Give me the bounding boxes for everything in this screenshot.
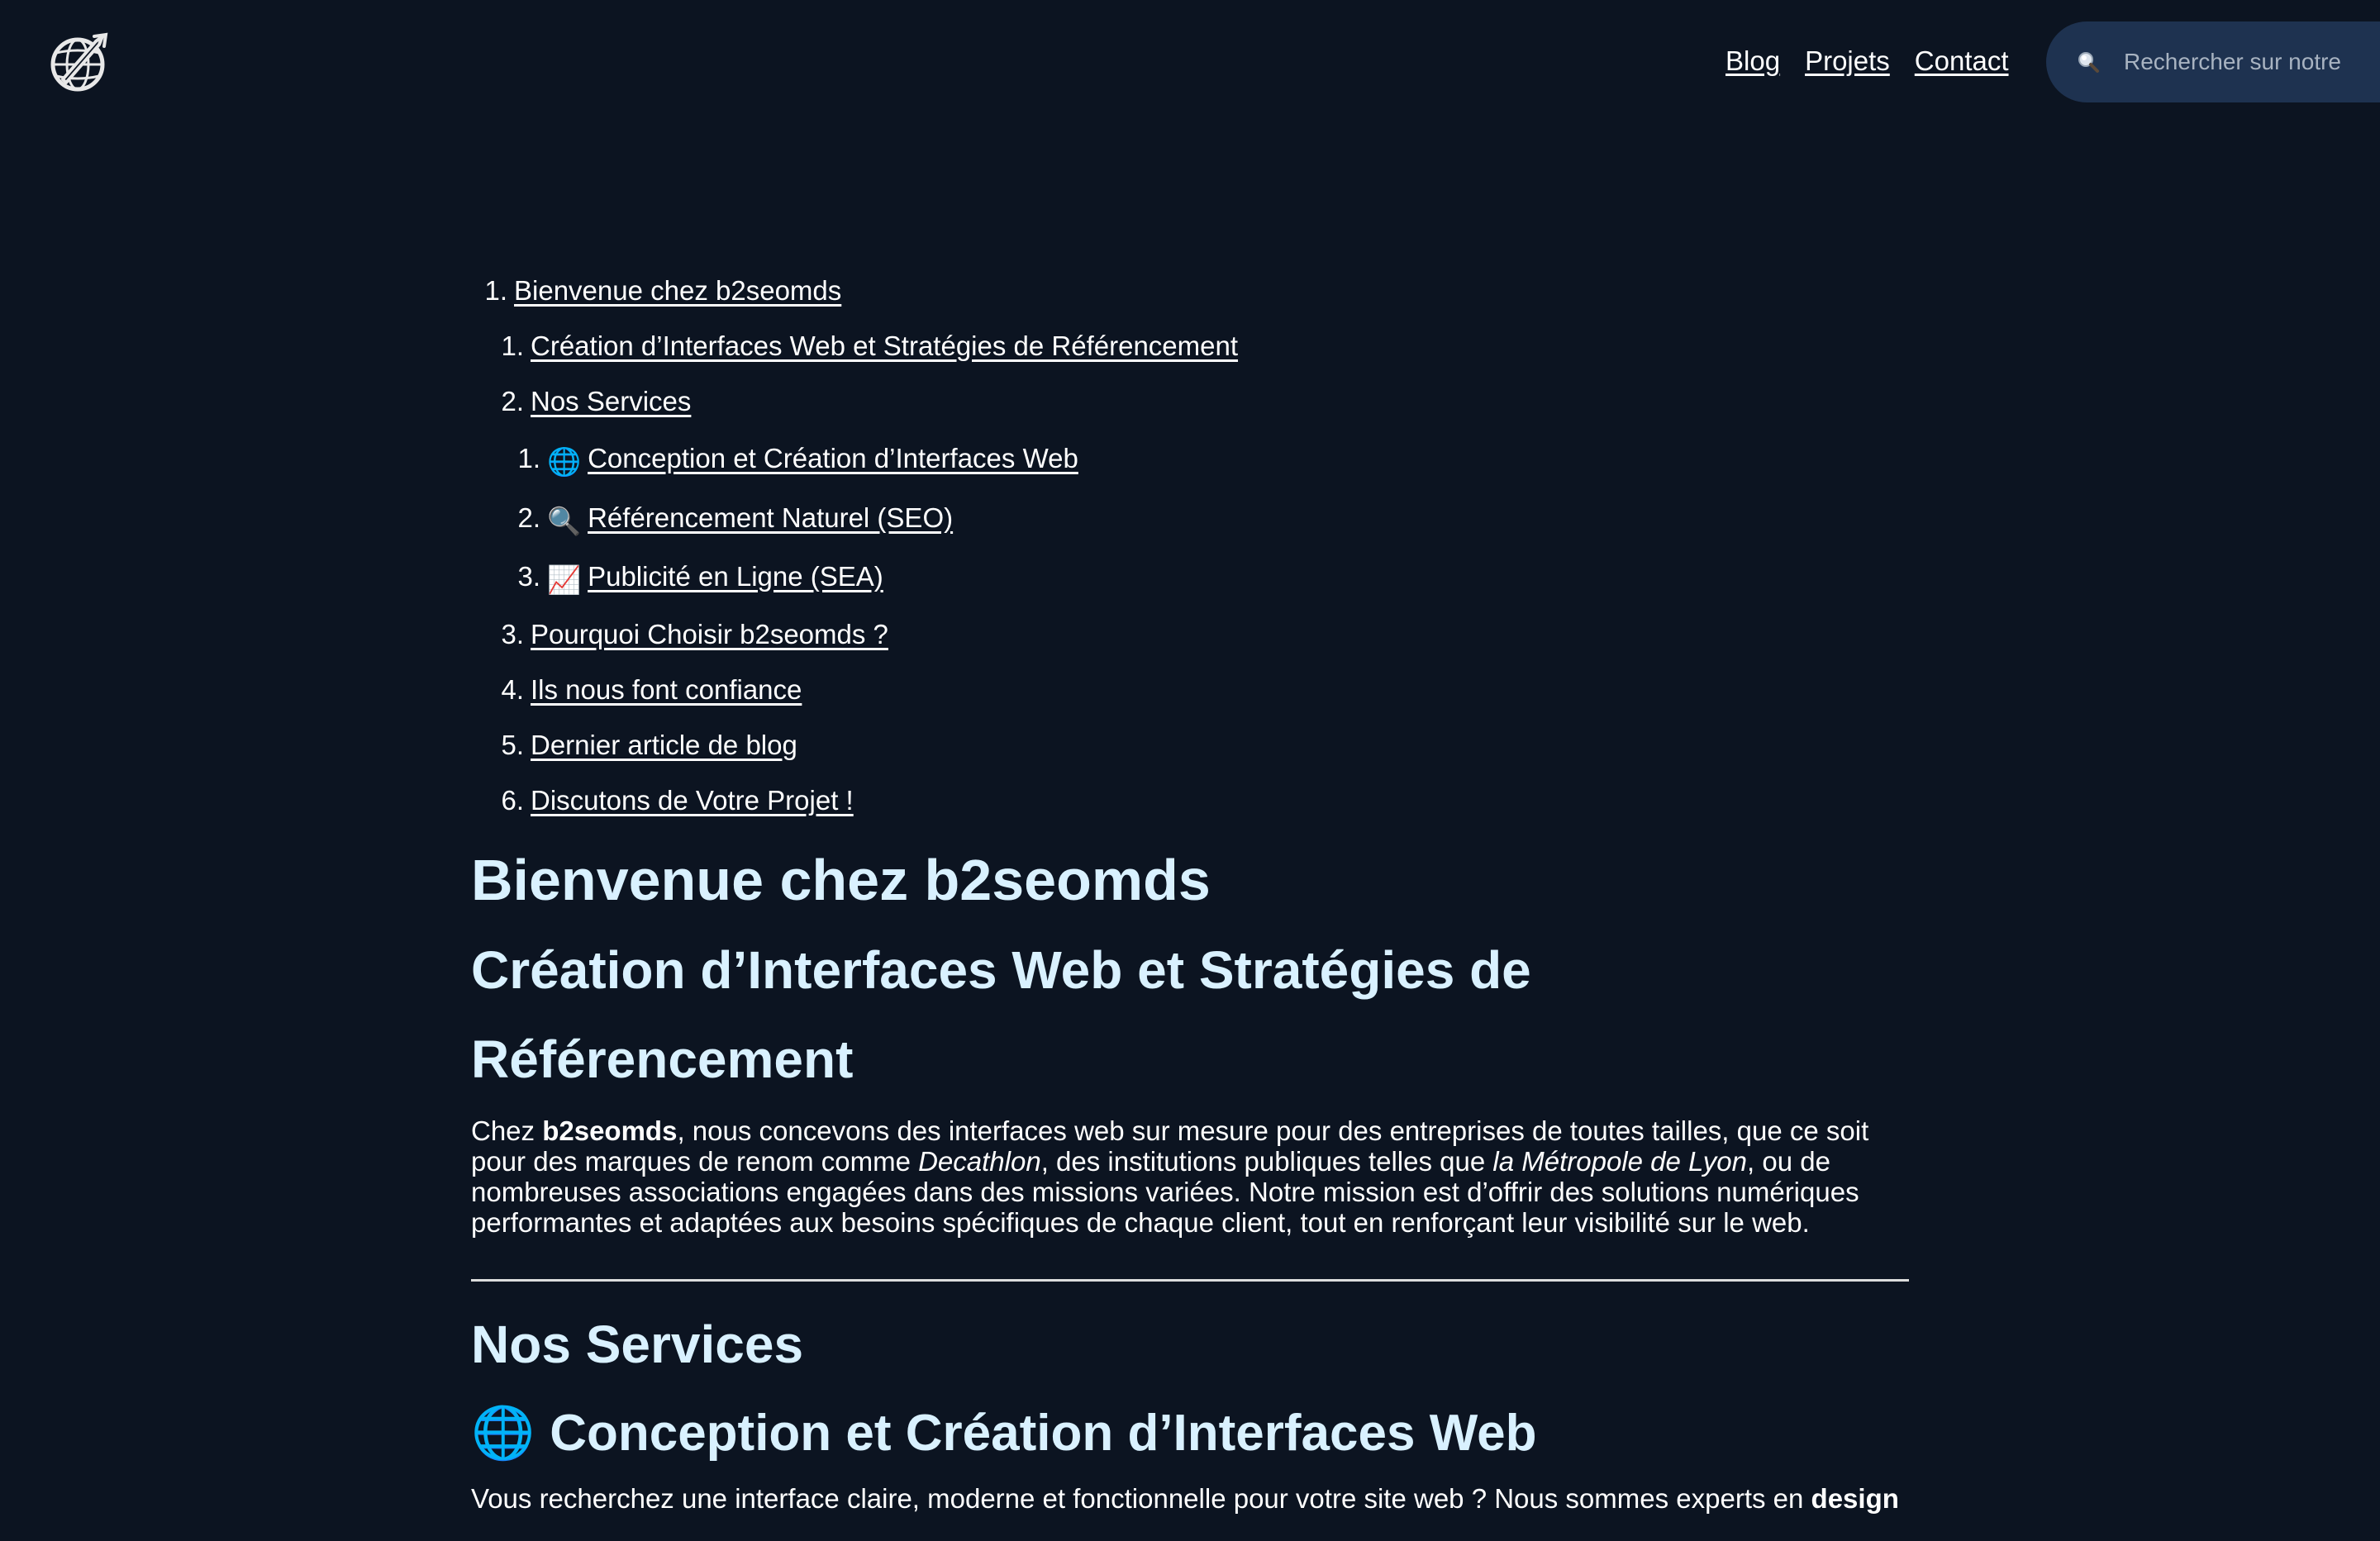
globe-icon: 🌐	[547, 446, 582, 477]
toc-link-blog[interactable]: Dernier article de blog	[531, 730, 797, 760]
toc-item: 2. 🔍 Référencement Naturel (SEO)	[504, 488, 1238, 548]
page-subtitle: Création d’Interfaces Web et Stratégies …	[471, 940, 1531, 1089]
services-heading: Nos Services	[471, 1315, 804, 1374]
toc-link-label: Publicité en Ligne (SEA)	[588, 561, 883, 592]
toc-number: 2.	[501, 386, 524, 416]
page-title: Bienvenue chez b2seomds	[471, 848, 1211, 912]
toc-item: 3. Pourquoi Choisir b2seomds ?	[488, 606, 1238, 662]
toc-item: 5. Dernier article de blog	[488, 717, 1238, 773]
toc-link-creation[interactable]: Création d’Interfaces Web et Stratégies …	[531, 331, 1238, 361]
toc-link-confiance[interactable]: Ils nous font confiance	[531, 674, 802, 705]
service-heading-label: Conception et Création d’Interfaces Web	[550, 1405, 1537, 1462]
service-text-bold: design	[1811, 1483, 1899, 1514]
service-heading-conception: 🌐 Conception et Création d’Interfaces Web	[471, 1389, 1909, 1478]
toc-number: 5.	[501, 729, 524, 760]
main-nav: Blog Projets Contact	[1726, 43, 2009, 79]
globe-rocket-logo-icon	[50, 32, 108, 92]
toc-number: 6.	[501, 784, 524, 816]
toc-link-projet[interactable]: Discutons de Votre Projet !	[531, 785, 854, 816]
client-decathlon: Decathlon	[918, 1146, 1041, 1177]
toc-link-sea[interactable]: 📈 Publicité en Ligne (SEA)	[547, 561, 883, 595]
toc-link-label: Conception et Création d’Interfaces Web	[588, 443, 1078, 473]
toc-link-pourquoi[interactable]: Pourquoi Choisir b2seomds ?	[531, 619, 888, 649]
toc-item: 3. 📈 Publicité en Ligne (SEA)	[504, 547, 1238, 606]
toc-item: 6. Discutons de Votre Projet !	[488, 773, 1238, 828]
intro-paragraph: Chez b2seomds, nous concevons des interf…	[471, 1115, 1909, 1238]
toc-link-conception[interactable]: 🌐 Conception et Création d’Interfaces Web	[547, 443, 1078, 477]
toc-number: 1.	[501, 331, 524, 361]
toc-number: 2.	[517, 502, 540, 533]
search-icon	[2074, 48, 2102, 76]
search-input[interactable]	[2124, 49, 2355, 75]
toc-link-services[interactable]: Nos Services	[531, 386, 691, 416]
table-of-contents: 1. Bienvenue chez b2seomds 1. Création d’I…	[471, 263, 1238, 828]
logo[interactable]	[48, 31, 111, 94]
brand-name: b2seomds	[542, 1115, 678, 1146]
main-content: Bienvenue chez b2seomds Création d’Inter…	[471, 835, 1909, 1541]
toc-link-bienvenue[interactable]: Bienvenue chez b2seomds	[514, 275, 841, 306]
chart-increasing-icon: 📈	[547, 564, 582, 595]
section-divider	[471, 1279, 1909, 1282]
magnifier-icon: 🔍	[547, 505, 582, 536]
toc-number: 3.	[501, 618, 524, 649]
nav-link-projets[interactable]: Projets	[1805, 43, 1890, 79]
client-metropole: la Métropole de Lyon	[1492, 1146, 1747, 1177]
toc-item: 2. Nos Services	[488, 373, 1238, 429]
toc-item: 1. Bienvenue chez b2seomds	[471, 263, 1238, 318]
nav-link-blog[interactable]: Blog	[1726, 43, 1780, 79]
toc-link-label: Référencement Naturel (SEO)	[588, 502, 954, 533]
service-paragraph: Vous recherchez une interface claire, mo…	[471, 1483, 1909, 1514]
service-text: Vous recherchez une interface claire, mo…	[471, 1483, 1811, 1514]
intro-text: , des institutions publiques telles que	[1040, 1146, 1493, 1177]
intro-text: Chez	[471, 1115, 543, 1146]
toc-number: 1.	[484, 275, 507, 306]
globe-icon: 🌐	[471, 1405, 536, 1462]
nav-link-contact[interactable]: Contact	[1915, 43, 2009, 79]
toc-number: 4.	[501, 673, 524, 705]
toc-item: 4. Ils nous font confiance	[488, 662, 1238, 717]
toc-item: 1. Création d’Interfaces Web et Stratégie…	[488, 318, 1238, 373]
search-bar[interactable]	[2046, 21, 2380, 102]
toc-number: 1.	[517, 443, 540, 473]
toc-number: 3.	[517, 561, 540, 592]
toc-item: 1. 🌐 Conception et Création d’Interfaces W…	[504, 429, 1238, 488]
toc-link-seo[interactable]: 🔍 Référencement Naturel (SEO)	[547, 502, 954, 536]
